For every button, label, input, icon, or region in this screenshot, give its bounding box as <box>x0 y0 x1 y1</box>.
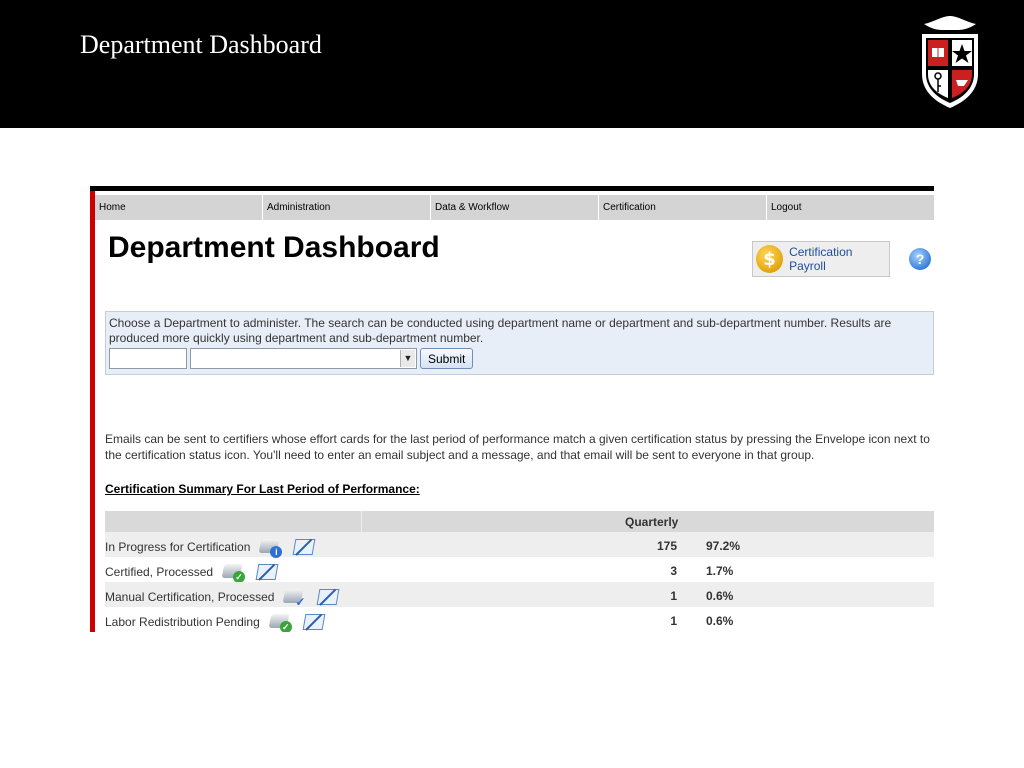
nav-home[interactable]: Home <box>95 195 263 220</box>
page-title: Department Dashboard <box>108 231 440 264</box>
nav-logout[interactable]: Logout <box>767 195 934 220</box>
row-label: In Progress for Certification <box>105 540 251 554</box>
search-row: ▼ Submit <box>109 348 930 369</box>
certification-payroll-button[interactable]: $ Certification Payroll <box>752 241 890 277</box>
row-label: Labor Redistribution Pending <box>105 615 260 629</box>
dollar-coin-icon: $ <box>756 245 784 273</box>
nav-certification[interactable]: Certification <box>599 195 767 220</box>
row-count: 1 <box>670 614 677 628</box>
help-icon[interactable]: ? <box>909 248 931 270</box>
row-label: Manual Certification, Processed <box>105 590 275 604</box>
left-accent-bar <box>90 191 95 632</box>
envelope-icon[interactable] <box>302 611 326 632</box>
nav-administration[interactable]: Administration <box>263 195 431 220</box>
chevron-down-icon[interactable]: ▼ <box>400 350 415 367</box>
envelope-icon[interactable] <box>292 536 316 558</box>
row-label: Certified, Processed <box>105 565 214 579</box>
slide-title: Department Dashboard <box>80 30 322 59</box>
university-shield-logo-icon <box>922 16 978 108</box>
row-percent: 1.7% <box>706 564 734 578</box>
row-count: 1 <box>670 589 677 603</box>
email-instructions: Emails can be sent to certifiers whose e… <box>105 432 930 462</box>
certification-payroll-label: Certification Payroll <box>789 245 853 273</box>
table-row: Certified, Processed ✓ 3 1.7% <box>105 557 934 583</box>
table-row: In Progress for Certification i 175 97.2… <box>105 532 934 558</box>
submit-button[interactable]: Submit <box>420 348 474 369</box>
row-percent: 0.6% <box>706 589 734 603</box>
top-nav: Home Administration Data & Workflow Cert… <box>95 195 934 220</box>
summary-table-header: Quarterly <box>105 511 934 532</box>
row-percent: 0.6% <box>706 614 734 628</box>
quarterly-column-header: Quarterly <box>625 515 679 529</box>
dashboard-screenshot: Home Administration Data & Workflow Cert… <box>90 186 934 632</box>
ok-status-icon[interactable]: ✓ <box>268 611 292 632</box>
department-select[interactable]: ▼ <box>190 348 417 369</box>
table-row: Labor Redistribution Pending ✓ 1 0.6% <box>105 607 934 632</box>
envelope-icon[interactable] <box>316 586 340 608</box>
slide-header: Department Dashboard <box>0 0 1024 128</box>
search-instructions: Choose a Department to administer. The s… <box>109 316 892 345</box>
info-status-icon[interactable]: i <box>258 536 283 558</box>
table-row: Manual Certification, Processed ✓ 1 0.6% <box>105 582 934 609</box>
envelope-icon[interactable] <box>255 561 279 583</box>
check-status-icon[interactable]: ✓ <box>282 586 306 609</box>
certification-summary-heading: Certification Summary For Last Period of… <box>105 482 420 496</box>
row-percent: 97.2% <box>706 539 741 553</box>
nav-data-workflow[interactable]: Data & Workflow <box>431 195 599 220</box>
header-divider <box>361 511 362 532</box>
department-number-input[interactable] <box>109 348 187 369</box>
row-count: 175 <box>656 539 677 553</box>
row-count: 3 <box>670 564 677 578</box>
ok-status-icon[interactable]: ✓ <box>221 561 246 583</box>
department-search-panel: Choose a Department to administer. The s… <box>105 311 934 375</box>
